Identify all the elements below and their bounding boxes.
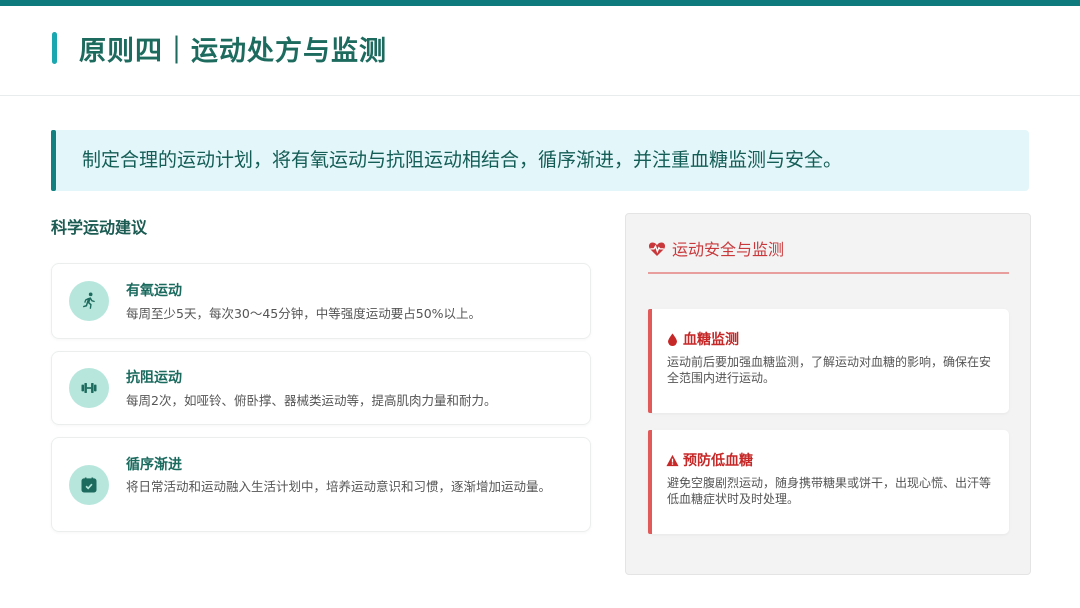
running-person-icon [69, 281, 109, 321]
alert-accent-bar [648, 430, 652, 534]
panel-divider [648, 272, 1009, 274]
calendar-check-icon [69, 465, 109, 505]
recommendation-card-progressive: 循序渐进 将日常活动和运动融入生活计划中，培养运动意识和习惯，逐渐增加运动量。 [51, 437, 591, 532]
card-description: 每周至少5天，每次30～45分钟，中等强度运动要占50%以上。 [126, 306, 482, 321]
principle-banner: 制定合理的运动计划，将有氧运动与抗阻运动相结合，循序渐进，并注重血糖监测与安全。 [51, 130, 1029, 191]
alert-title: 预防低血糖 [666, 450, 753, 470]
card-description: 每周2次，如哑铃、俯卧撑、器械类运动等，提高肌肉力量和耐力。 [126, 393, 497, 408]
alert-title: 血糖监测 [666, 329, 739, 349]
card-title: 循序渐进 [126, 457, 182, 473]
page-title: 原则四｜运动处方与监测 [79, 35, 387, 67]
recommendation-card-resistance: 抗阻运动 每周2次，如哑铃、俯卧撑、器械类运动等，提高肌肉力量和耐力。 [51, 351, 591, 425]
recommendations-heading: 科学运动建议 [51, 218, 148, 237]
alert-card-hypoglycemia: 预防低血糖 避免空腹剧烈运动，随身携带糖果或饼干，出现心慌、出汗等低血糖症状时及… [648, 430, 1009, 534]
dumbbell-icon [69, 368, 109, 408]
alert-card-glucose: 血糖监测 运动前后要加强血糖监测，了解运动对血糖的影响，确保在安全范围内进行运动… [648, 309, 1009, 413]
safety-panel-title: 运动安全与监测 [648, 236, 784, 260]
safety-panel-title-text: 运动安全与监测 [672, 240, 785, 259]
blood-drop-icon [668, 332, 677, 346]
alert-title-text: 血糖监测 [683, 332, 739, 348]
alert-description: 运动前后要加强血糖监测，了解运动对血糖的影响，确保在安全范围内进行运动。 [667, 355, 992, 385]
card-title: 有氧运动 [126, 283, 182, 299]
title-accent-bar [52, 32, 57, 64]
alert-description: 避免空腹剧烈运动，随身携带糖果或饼干，出现心慌、出汗等低血糖症状时及时处理。 [667, 476, 992, 506]
recommendation-card-aerobic: 有氧运动 每周至少5天，每次30～45分钟，中等强度运动要占50%以上。 [51, 263, 591, 339]
card-title: 抗阻运动 [126, 370, 182, 386]
alert-accent-bar [648, 309, 652, 413]
warning-triangle-icon [666, 454, 679, 466]
safety-panel: 运动安全与监测 血糖监测 运动前后要加强血糖监测，了解运动对血糖的影响，确保在安… [625, 213, 1031, 575]
heartbeat-icon [648, 242, 666, 256]
top-accent-bar [0, 0, 1080, 6]
banner-accent-bar [51, 130, 56, 191]
header-divider [0, 95, 1080, 96]
banner-text: 制定合理的运动计划，将有氧运动与抗阻运动相结合，循序渐进，并注重血糖监测与安全。 [82, 149, 843, 171]
card-description: 将日常活动和运动融入生活计划中，培养运动意识和习惯，逐渐增加运动量。 [126, 479, 552, 494]
page-header: 原则四｜运动处方与监测 [52, 28, 387, 68]
alert-title-text: 预防低血糖 [683, 453, 753, 469]
